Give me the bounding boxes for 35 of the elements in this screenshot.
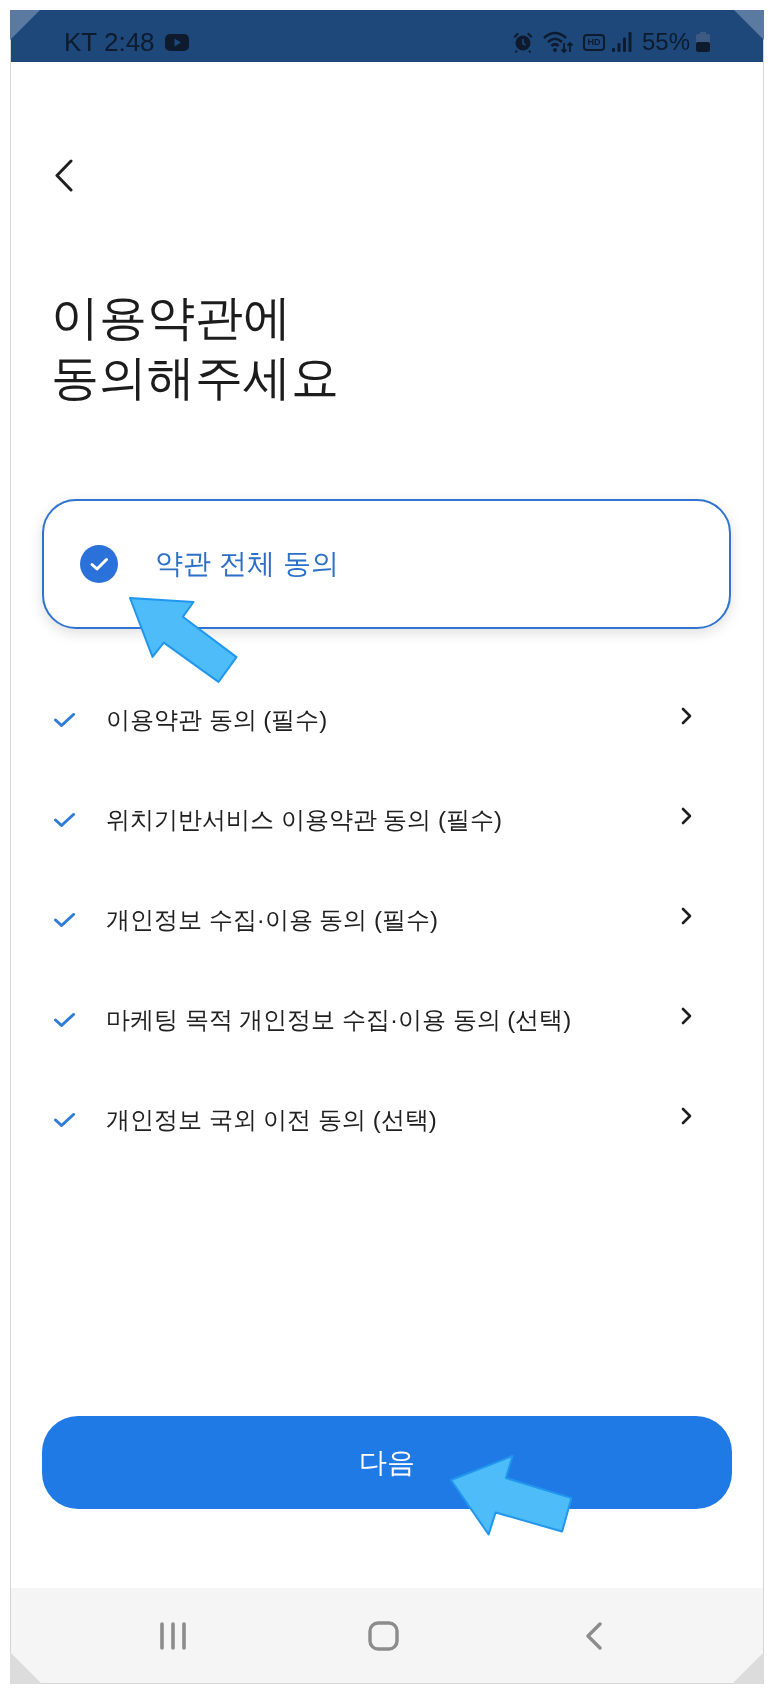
wifi-icon [542,30,574,54]
pointer-arrow-icon [450,1455,573,1536]
chevron-right-icon[interactable] [681,707,692,725]
carrier-time: KT 2:48 [64,27,155,57]
next-button[interactable]: 다음 [42,1416,732,1509]
chevron-right-icon[interactable] [681,1007,692,1025]
chevron-right-icon[interactable] [681,1107,692,1125]
agree-all-label: 약관 전체 동의 [155,547,339,581]
check-circle-icon[interactable] [80,545,118,583]
hd-voice-indicator: HD [582,33,605,51]
agree-all-card[interactable]: 약관 전체 동의 [42,499,731,629]
terms-item-label: 위치기반서비스 이용약관 동의 (필수) [106,805,503,835]
corner-fold-icon [10,10,40,40]
corner-fold-icon [734,10,764,40]
alarm-clock-icon [511,31,534,53]
checkmark-icon[interactable] [54,1113,75,1127]
checkmark-icon[interactable] [54,1013,75,1027]
checkmark-icon[interactable] [54,813,75,827]
battery-icon [696,32,710,52]
checkmark-icon[interactable] [54,713,75,727]
recent-apps-icon[interactable] [159,1621,187,1650]
chevron-right-icon[interactable] [681,807,692,825]
video-play-icon [164,33,189,51]
back-icon[interactable] [54,159,73,192]
page-title: 이용약관에 동의해주세요 [51,290,339,406]
pointer-arrow-icon [129,597,238,683]
home-icon[interactable] [367,1620,399,1651]
battery-percent: 55% [641,28,690,56]
terms-item-label: 개인정보 수집·이용 동의 (필수) [106,905,439,935]
terms-item-label: 마케팅 목적 개인정보 수집·이용 동의 (선택) [106,1005,573,1035]
checkmark-icon[interactable] [54,913,75,927]
terms-item-label: 개인정보 국외 이전 동의 (선택) [106,1105,438,1135]
signal-icon [611,32,632,52]
terms-item-label: 이용약관 동의 (필수) [106,705,329,735]
chevron-right-icon[interactable] [681,907,692,925]
